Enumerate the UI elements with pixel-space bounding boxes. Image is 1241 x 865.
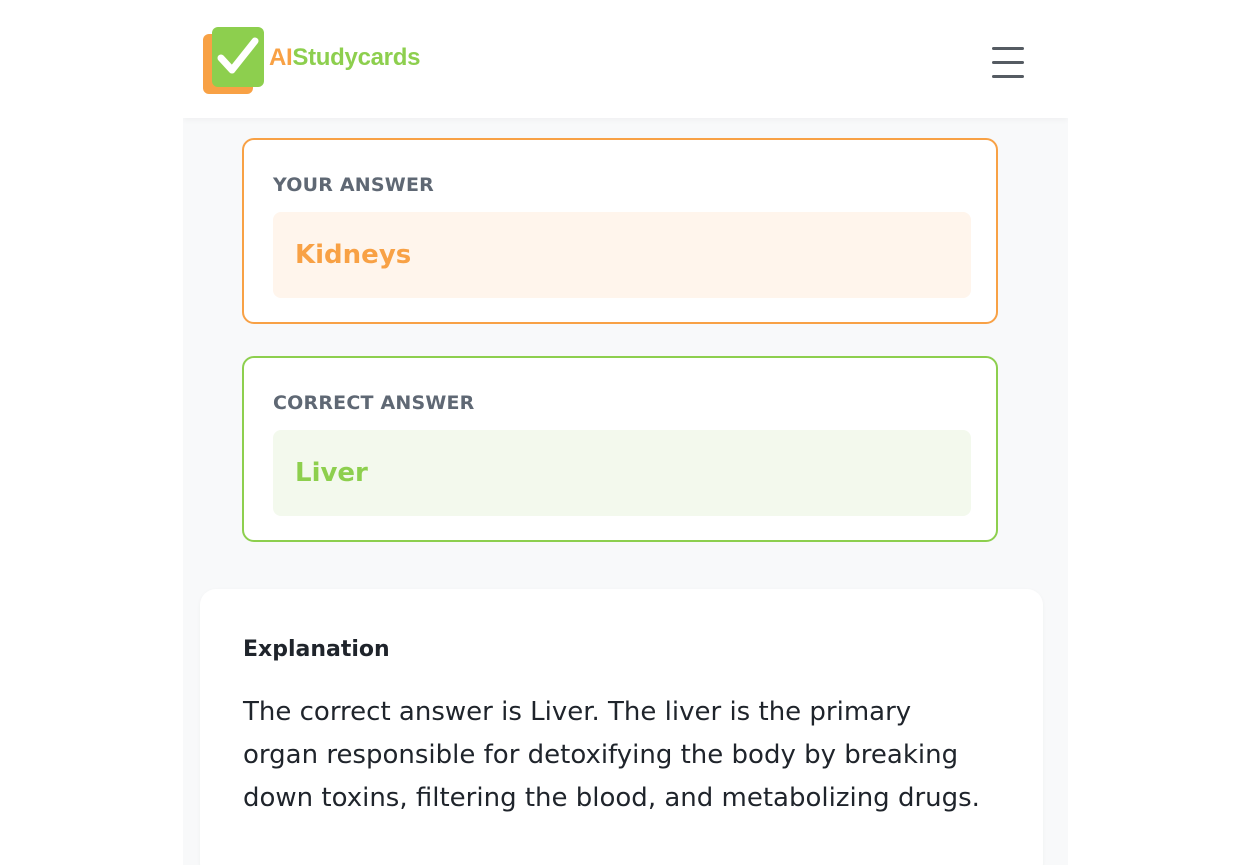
checkmark-icon [217,37,259,74]
correct-answer-card: CORRECT ANSWER Liver [242,356,998,542]
brand-ai: AI [269,44,293,71]
logo[interactable] [201,26,271,98]
hamburger-menu-icon[interactable] [987,44,1027,82]
explanation-title: Explanation [243,637,390,662]
app-header: AIStudycards [183,0,1068,118]
brand-name[interactable]: AIStudycards [269,44,420,72]
your-answer-value: Kidneys [273,212,971,298]
correct-answer-value: Liver [273,430,971,516]
brand-studycards: Studycards [292,44,421,71]
menu-line [992,47,1024,50]
menu-line [992,61,1024,64]
explanation-text: The correct answer is Liver. The liver i… [243,697,980,813]
explanation-section: Explanation The correct answer is Liver.… [200,589,1043,865]
app-screen: AIStudycards YOUR ANSWER Kidneys CORRECT… [183,0,1068,865]
your-answer-card: YOUR ANSWER Kidneys [242,138,998,324]
correct-answer-label: CORRECT ANSWER [273,392,475,414]
menu-line [992,75,1024,78]
your-answer-label: YOUR ANSWER [273,174,434,196]
